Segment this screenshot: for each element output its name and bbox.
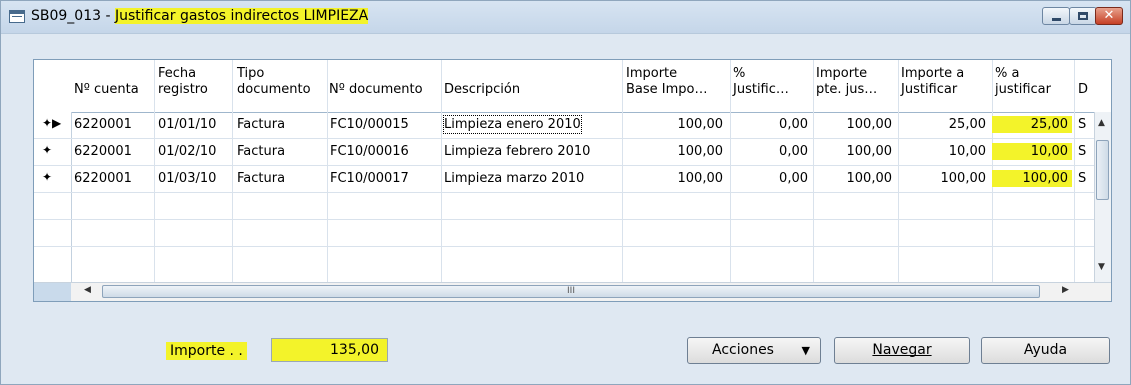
scroll-left-arrow-icon[interactable]: ◀ <box>84 285 91 295</box>
importe-label: Importe . . <box>166 342 247 360</box>
header-pctj-l1[interactable]: % <box>733 66 745 82</box>
header-ndoc[interactable]: Nº documento <box>329 82 423 98</box>
cell-cuenta[interactable]: 6220001 <box>74 116 132 133</box>
header-pctj-l2[interactable]: Justific… <box>733 82 789 98</box>
header-aj-l1[interactable]: Importe a <box>901 66 964 82</box>
cell-fecha[interactable]: 01/03/10 <box>158 170 216 187</box>
cell-importe-a-justificar[interactable]: 100,00 <box>898 170 987 187</box>
scroll-right-arrow-icon[interactable]: ▶ <box>1062 285 1069 295</box>
cell-extra[interactable]: S <box>1078 116 1086 133</box>
maximize-icon <box>1078 12 1088 20</box>
minimize-icon <box>1052 18 1061 21</box>
cell-ndoc[interactable]: FC10/00016 <box>330 143 409 160</box>
cell-pct-a-justificar[interactable]: 10,00 <box>992 143 1072 160</box>
cell-pct-a-justificar[interactable]: 100,00 <box>992 170 1072 187</box>
title-bar[interactable]: SB09_013 - Justificar gastos indirectos … <box>1 1 1130 34</box>
table-row[interactable]: ✦ 6220001 01/03/10 Factura FC10/00017 Li… <box>34 166 1094 193</box>
ayuda-label: Ayuda <box>1023 342 1068 358</box>
importe-field[interactable]: 135,00 <box>271 338 388 362</box>
vertical-scroll-thumb[interactable] <box>1096 140 1109 200</box>
header-pte-l1[interactable]: Importe <box>816 66 867 82</box>
cell-base[interactable]: 100,00 <box>622 170 724 187</box>
header-descripcion[interactable]: Descripción <box>444 82 520 98</box>
cell-ndoc[interactable]: FC10/00015 <box>330 116 409 133</box>
form-window: SB09_013 - Justificar gastos indirectos … <box>0 0 1131 385</box>
empty-row[interactable] <box>34 247 1094 273</box>
cell-pte[interactable]: 100,00 <box>813 170 893 187</box>
header-base-l1[interactable]: Importe <box>626 66 677 82</box>
cell-pct-justificado[interactable]: 0,00 <box>730 143 808 160</box>
cell-tipo[interactable]: Factura <box>237 116 285 133</box>
acciones-label: Acciones <box>712 342 774 358</box>
cell-pte[interactable]: 100,00 <box>813 116 893 133</box>
table-row[interactable]: ✦ 6220001 01/02/10 Factura FC10/00016 Li… <box>34 139 1094 166</box>
cell-descripcion[interactable]: Limpieza marzo 2010 <box>444 170 584 187</box>
grid-header: Nº cuenta Fecha registro Tipo documento … <box>34 60 1111 113</box>
header-pte-l2[interactable]: pte. jus… <box>816 82 877 98</box>
scroll-up-arrow-icon[interactable]: ▲ <box>1098 118 1105 128</box>
cell-importe-a-justificar[interactable]: 25,00 <box>898 116 986 133</box>
window-title: SB09_013 - Justificar gastos indirectos … <box>31 8 369 24</box>
grid-corner <box>34 283 71 301</box>
cell-tipo[interactable]: Factura <box>237 170 285 187</box>
header-aj-l2[interactable]: Justificar <box>901 82 957 98</box>
row-marker-icon: ✦ <box>42 143 53 157</box>
cell-importe-a-justificar[interactable]: 10,00 <box>898 143 986 160</box>
header-tipo-l1[interactable]: Tipo <box>237 66 264 82</box>
cell-cuenta[interactable]: 6220001 <box>74 143 132 160</box>
close-button[interactable]: ✕ <box>1095 7 1123 25</box>
row-marker-icon: ✦ <box>42 170 53 184</box>
scroll-down-arrow-icon[interactable]: ▼ <box>1098 262 1105 272</box>
cell-pct-justificado[interactable]: 0,00 <box>730 116 808 133</box>
cell-descripcion[interactable]: Limpieza enero 2010 <box>443 115 582 134</box>
header-base-l2[interactable]: Base Impo… <box>626 82 708 98</box>
window-title-id: SB09_013 - <box>31 8 115 24</box>
cell-pct-a-justificar[interactable]: 25,00 <box>992 116 1072 133</box>
minimize-button[interactable] <box>1042 7 1070 25</box>
maximize-button[interactable] <box>1069 7 1097 25</box>
header-pa-l2[interactable]: justificar <box>995 82 1051 98</box>
cell-extra[interactable]: S <box>1078 143 1086 160</box>
scroll-grip: III <box>567 286 575 296</box>
cell-ndoc[interactable]: FC10/00017 <box>330 170 409 187</box>
cell-pct-justificado[interactable]: 0,00 <box>730 170 808 187</box>
header-cuenta[interactable]: Nº cuenta <box>74 82 139 98</box>
dropdown-caret-icon: ▼ <box>801 344 810 357</box>
cell-fecha[interactable]: 01/02/10 <box>158 143 216 160</box>
header-fecha-l2[interactable]: registro <box>158 82 208 98</box>
cell-cuenta[interactable]: 6220001 <box>74 170 132 187</box>
cell-extra[interactable]: S <box>1078 170 1086 187</box>
header-pa-l1[interactable]: % a <box>995 66 1019 82</box>
table-row[interactable]: ✦▶ 6220001 01/01/10 Factura FC10/00015 L… <box>34 112 1094 139</box>
cell-fecha[interactable]: 01/01/10 <box>158 116 216 133</box>
header-tipo-l2[interactable]: documento <box>237 82 311 98</box>
cell-pte[interactable]: 100,00 <box>813 143 893 160</box>
vertical-scrollbar[interactable]: ▲ ▼ <box>1094 112 1111 282</box>
cell-base[interactable]: 100,00 <box>622 143 724 160</box>
empty-row[interactable] <box>34 193 1094 220</box>
header-extra[interactable]: D <box>1078 82 1088 98</box>
cell-tipo[interactable]: Factura <box>237 143 285 160</box>
navegar-label: Navegar <box>872 342 932 358</box>
acciones-button[interactable]: Acciones ▼ <box>687 337 821 364</box>
window-title-name: Justificar gastos indirectos LIMPIEZA <box>114 8 369 24</box>
cell-base[interactable]: 100,00 <box>622 116 724 133</box>
navegar-button[interactable]: Navegar <box>834 337 970 364</box>
header-fecha-l1[interactable]: Fecha <box>158 66 196 82</box>
lines-grid[interactable]: Nº cuenta Fecha registro Tipo documento … <box>33 59 1112 302</box>
close-icon: ✕ <box>1103 8 1115 23</box>
horizontal-scrollbar[interactable]: ◀ III ▶ <box>34 282 1111 301</box>
cell-descripcion[interactable]: Limpieza febrero 2010 <box>444 143 590 160</box>
row-marker-icon: ✦▶ <box>42 116 62 130</box>
ayuda-button[interactable]: Ayuda <box>981 337 1110 364</box>
form-icon <box>9 10 25 23</box>
empty-row[interactable] <box>34 220 1094 247</box>
horizontal-scroll-thumb[interactable]: III <box>102 285 1040 298</box>
